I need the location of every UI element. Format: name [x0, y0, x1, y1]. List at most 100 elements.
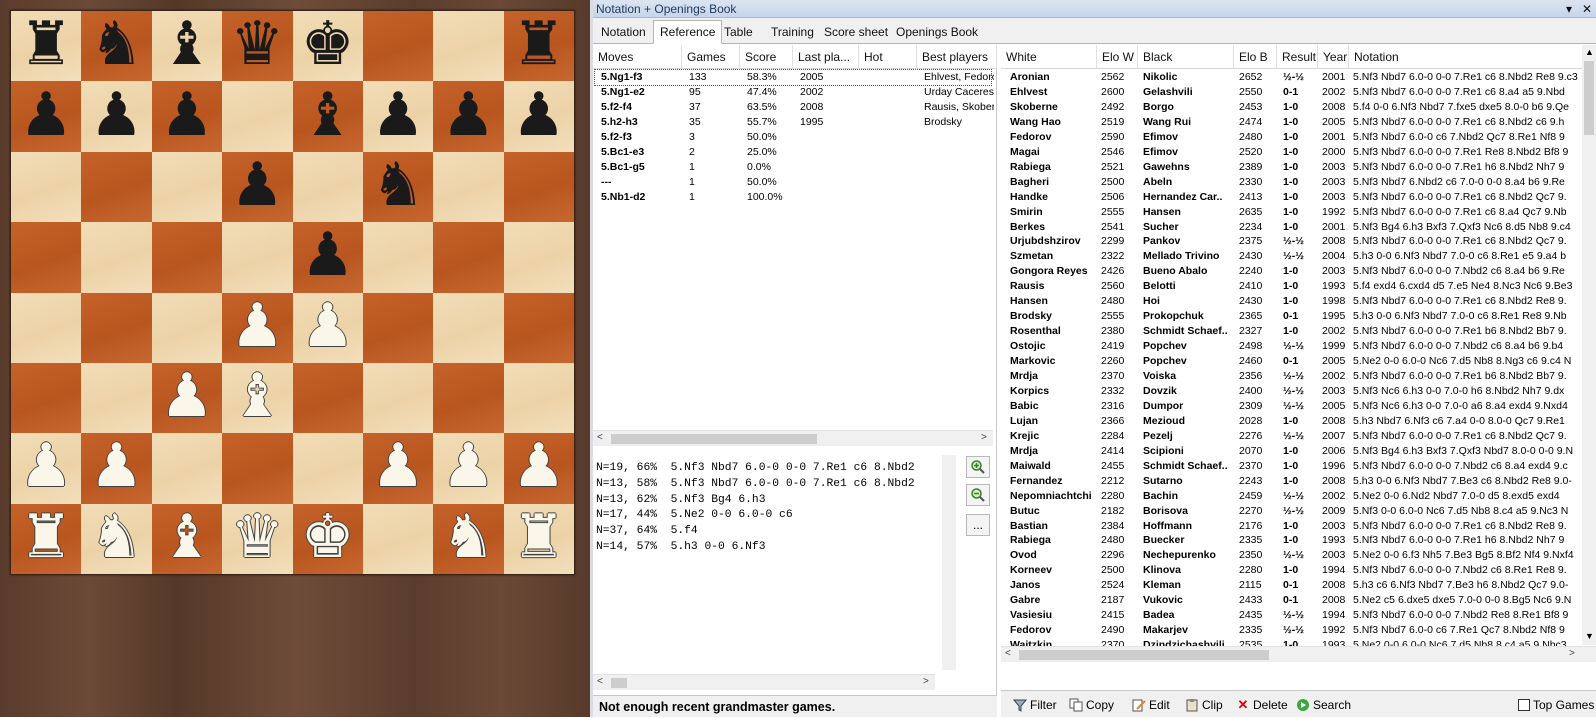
col-year[interactable]: Year	[1318, 45, 1349, 69]
game-row[interactable]: Wang Hao 2519 Wang Rui 2474 1-0 2005 5.Nf3 Nbd…	[1001, 115, 1583, 130]
white-pawn-piece[interactable]: ♟	[301, 296, 355, 356]
board-square[interactable]: ♟	[81, 433, 152, 504]
analysis-line[interactable]: N=13, 62% 5.Nf3 Bg4 6.h3	[596, 493, 958, 509]
game-row[interactable]: Ehlvest 2600 Gelashvili 2550 0-1 2002 5.Nf3 Nb…	[1001, 85, 1583, 100]
board-square[interactable]: ♜	[11, 11, 82, 82]
board-square[interactable]	[362, 11, 434, 82]
game-row[interactable]: Ostojic 2419 Popchev 2498 ½-½ 1999 5.Nf3 Nbd7 …	[1001, 339, 1583, 354]
game-row[interactable]: Skoberne 2492 Borgo 2453 1-0 2008 5.f4 0-0 6.N…	[1001, 100, 1583, 115]
board-square[interactable]: ♚	[292, 503, 363, 574]
top-games-checkbox[interactable]: Top Games	[1518, 696, 1594, 714]
black-pawn-piece[interactable]: ♟	[90, 85, 144, 145]
board-square[interactable]	[503, 292, 574, 363]
analysis-vscrollbar[interactable]	[942, 455, 956, 670]
board-square[interactable]	[11, 151, 82, 223]
board-square[interactable]	[433, 292, 504, 363]
moves-row[interactable]: 5.f2-f3 3 50.0%	[595, 130, 991, 145]
moves-row[interactable]: 5.Ng1-f3 133 58.3% 2005 Ehlvest, Fedoro	[594, 69, 994, 86]
game-row[interactable]: Nepomniachtchi 2280 Bachin 2459 ½-½ 2002 5.Ne2…	[1001, 489, 1583, 504]
board-square[interactable]: ♞	[81, 11, 152, 82]
games-vscrollbar[interactable]: ▲ ▼	[1582, 45, 1596, 645]
game-row[interactable]: Hansen 2480 Hoi 2430 1-0 1998 5.Nf3 Nbd7 6.0-0…	[1001, 294, 1583, 309]
zoom-in-icon[interactable]	[966, 456, 990, 478]
board-square[interactable]	[503, 362, 574, 434]
white-pawn-piece[interactable]: ♟	[230, 296, 284, 356]
board-square[interactable]: ♚	[292, 11, 363, 82]
col-notation[interactable]: Notation	[1349, 45, 1584, 69]
board-square[interactable]	[11, 362, 82, 434]
board-square[interactable]	[11, 292, 82, 363]
board-square[interactable]: ♟	[11, 81, 82, 152]
game-row[interactable]: Babic 2316 Dumpor 2309 ½-½ 2005 5.Nf3 Nc6 6.h3…	[1001, 399, 1583, 414]
black-pawn-piece[interactable]: ♟	[442, 85, 496, 145]
board-square[interactable]: ♟	[292, 222, 363, 293]
game-row[interactable]: Lujan 2366 Mezioud 2028 1-0 2008 5.h3 Nbd7 6.N…	[1001, 414, 1583, 429]
chess-board[interactable]: ♜ ♞ ♝ ♛ ♚ ♜ ♟ ♟ ♟ ♝ ♟ ♟ ♟ ♟ ♞ ♟ ♟ ♟ ♟ ♝ ♟ ♟ ♟ ♟ ♟ ♜ ♞ ♝ ♛ ♚ ♞ ♜	[10, 10, 575, 575]
filter-button[interactable]: Filter	[1012, 696, 1057, 714]
moves-row[interactable]: 5.Ng1-e2 95 47.4% 2002 Urday Caceres	[595, 85, 994, 100]
moves-row[interactable]: 5.Bc1-g5 1 0.0%	[595, 160, 991, 175]
board-square[interactable]: ♟	[151, 81, 223, 152]
col-score[interactable]: Score	[740, 45, 793, 69]
board-square[interactable]: ♟	[433, 433, 504, 504]
game-row[interactable]: Mrdja 2414 Scipioni 2070 1-0 2006 5.Nf3 Bg4 6.…	[1001, 444, 1583, 459]
board-square[interactable]	[81, 222, 152, 293]
board-square[interactable]	[222, 433, 293, 504]
game-row[interactable]: Ovod 2296 Nechepurenko 2350 ½-½ 2003 5.Ne2 0-0…	[1001, 548, 1583, 563]
black-king-piece[interactable]: ♚	[301, 14, 355, 74]
board-square[interactable]: ♜	[11, 503, 82, 574]
copy-button[interactable]: Copy	[1069, 696, 1114, 714]
black-pawn-piece[interactable]: ♟	[301, 225, 355, 285]
moves-row[interactable]: 5.h2-h3 35 55.7% 1995 Brodsky	[595, 115, 991, 130]
edit-button[interactable]: Edit	[1132, 696, 1170, 714]
col-hot[interactable]: Hot	[859, 45, 917, 69]
game-row[interactable]: Bastian 2384 Hoffmann 2176 1-0 2003 5.Nf3 Nbd7…	[1001, 519, 1583, 534]
game-row[interactable]: Rabiega 2521 Gawehns 2389 1-0 2003 5.Nf3 Nbd7 …	[1001, 160, 1583, 175]
white-bishop-piece[interactable]: ♝	[230, 366, 284, 426]
board-square[interactable]	[151, 433, 223, 504]
board-square[interactable]: ♟	[433, 81, 504, 152]
white-pawn-piece[interactable]: ♟	[90, 436, 144, 496]
board-square[interactable]: ♟	[503, 433, 574, 504]
game-row[interactable]: Urjubdshzirov 2299 Pankov 2375 ½-½ 2008 5.Nf3 …	[1001, 234, 1583, 249]
board-square[interactable]: ♟	[222, 292, 293, 363]
tab-openings-book[interactable]: Openings Book	[890, 22, 984, 44]
analysis-hscrollbar[interactable]: < >	[593, 674, 935, 690]
board-square[interactable]: ♝	[151, 11, 223, 82]
white-pawn-piece[interactable]: ♟	[512, 436, 566, 496]
board-square[interactable]	[362, 503, 434, 574]
white-rook-piece[interactable]: ♜	[512, 507, 566, 567]
board-square[interactable]	[11, 222, 82, 293]
board-square[interactable]: ♟	[222, 151, 293, 223]
game-row[interactable]: Magai 2546 Efimov 2520 1-0 2000 5.Nf3 Nbd7 6.0…	[1001, 145, 1583, 160]
game-row[interactable]: Krejic 2284 Pezelj 2276 ½-½ 2007 5.Nf3 Nbd7 6.…	[1001, 429, 1583, 444]
white-pawn-piece[interactable]: ♟	[160, 366, 214, 426]
games-hscrollbar[interactable]: < >	[1001, 646, 1596, 662]
board-square[interactable]: ♜	[503, 503, 574, 574]
board-square[interactable]: ♛	[222, 503, 293, 574]
game-row[interactable]: Handke 2506 Hernandez Car.. 2413 1-0 2003 5.Nf…	[1001, 190, 1583, 205]
black-knight-piece[interactable]: ♞	[90, 14, 144, 74]
board-square[interactable]	[151, 151, 223, 223]
moves-hscrollbar[interactable]: < >	[593, 430, 993, 446]
more-button[interactable]: ...	[966, 514, 990, 536]
zoom-out-icon[interactable]	[966, 484, 990, 506]
game-row[interactable]: Mrdja 2370 Voiska 2356 ½-½ 2002 5.Nf3 Nbd7 6.0…	[1001, 369, 1583, 384]
game-row[interactable]: Fernandez 2212 Sutarno 2243 1-0 2008 5.h3 0-0 …	[1001, 474, 1583, 489]
moves-row[interactable]: 5.f2-f4 37 63.5% 2008 Rausis, Skober	[595, 100, 994, 115]
white-rook-piece[interactable]: ♜	[19, 507, 73, 567]
close-icon[interactable]: ✕	[1582, 0, 1592, 18]
board-square[interactable]	[433, 362, 504, 434]
game-row[interactable]: Janos 2524 Kleman 2115 0-1 2008 5.h3 c6 6.Nf3 …	[1001, 578, 1583, 593]
panel-menu-icon[interactable]: ▾	[1566, 0, 1572, 18]
delete-button[interactable]: ✕ Delete	[1236, 696, 1288, 714]
analysis-line[interactable]: N=19, 66% 5.Nf3 Nbd7 6.0-0 0-0 7.Re1 c6 …	[596, 461, 958, 477]
board-square[interactable]	[362, 222, 434, 293]
white-knight-piece[interactable]: ♞	[442, 507, 496, 567]
board-square[interactable]: ♟	[362, 81, 434, 152]
board-square[interactable]	[503, 222, 574, 293]
col-result[interactable]: Result	[1277, 45, 1318, 69]
board-square[interactable]	[151, 292, 223, 363]
game-row[interactable]: Szmetan 2322 Mellado Trivino 2430 ½-½ 2004 5.h…	[1001, 249, 1583, 264]
board-square[interactable]: ♟	[81, 81, 152, 152]
